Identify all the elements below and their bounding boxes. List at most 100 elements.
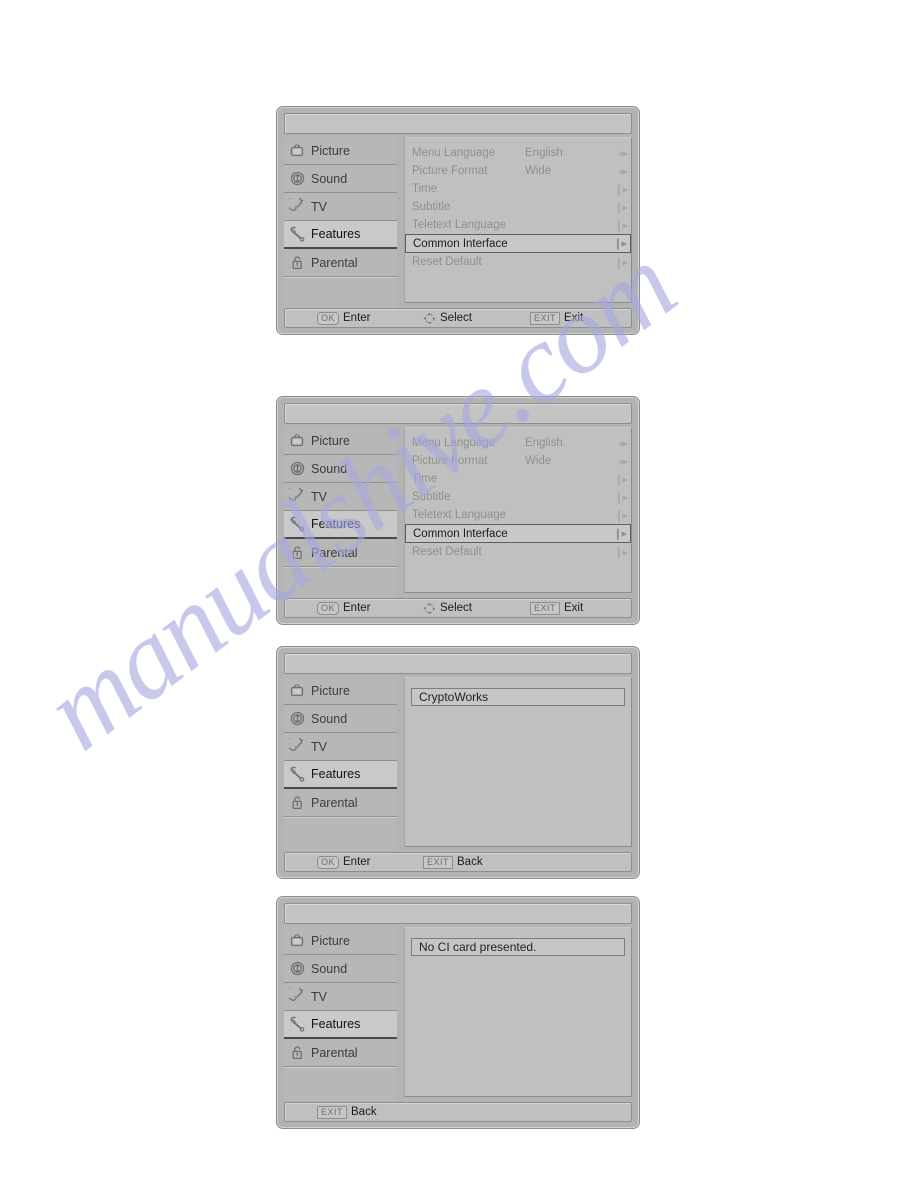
sidebar-item-tv[interactable]: TV bbox=[284, 733, 397, 761]
speaker-sound-icon bbox=[289, 460, 306, 477]
padlock-parental-icon bbox=[289, 1044, 306, 1061]
sidebar-item-label: Features bbox=[311, 517, 361, 531]
menu-row[interactable]: Subtitle ❙▸ bbox=[405, 198, 631, 216]
hint-enter[interactable]: OK Enter bbox=[317, 855, 371, 869]
menu-row[interactable]: Menu Language English ◂▸ bbox=[405, 434, 631, 452]
menu-row-label: Menu Language bbox=[412, 437, 496, 449]
sidebar-item-features[interactable]: Features bbox=[284, 1011, 397, 1039]
hint-label: Select bbox=[440, 602, 472, 614]
sidebar-item-label: Sound bbox=[311, 171, 348, 186]
menu-row-label: Common Interface bbox=[413, 237, 508, 250]
hint-label: Enter bbox=[343, 312, 371, 324]
sidebar-filler bbox=[284, 567, 397, 601]
left-right-arrow-icon: ◂▸ bbox=[617, 165, 628, 178]
sidebar-item-label: Features bbox=[311, 227, 361, 241]
keycap-exit: EXIT bbox=[317, 1105, 348, 1119]
right-arrow-icon: ❙▸ bbox=[614, 491, 628, 504]
hint-label: Exit bbox=[564, 602, 584, 614]
sidebar-item-tv[interactable]: TV bbox=[284, 483, 397, 511]
sidebar-item-tv[interactable]: TV bbox=[284, 983, 397, 1011]
hint-back[interactable]: EXIT Back bbox=[317, 1105, 377, 1119]
sidebar: Picture Sound TV Features Parental bbox=[284, 677, 397, 851]
sidebar-item-features[interactable]: Features bbox=[284, 511, 397, 539]
menu-row[interactable]: Common Interface ❙▸ bbox=[405, 234, 631, 253]
list-item[interactable]: CryptoWorks bbox=[411, 688, 625, 706]
sidebar-item-picture[interactable]: Picture bbox=[284, 137, 397, 165]
menu-row-label: Common Interface bbox=[413, 527, 508, 540]
menu-row[interactable]: Common Interface ❙▸ bbox=[405, 524, 631, 543]
menu-row[interactable]: Teletext Language ❙▸ bbox=[405, 506, 631, 524]
satellite-tv-icon bbox=[289, 488, 306, 505]
menu-row-label: Teletext Language bbox=[412, 219, 506, 231]
right-arrow-icon: ❙▸ bbox=[614, 219, 628, 232]
keycap-exit: EXIT bbox=[530, 601, 561, 615]
padlock-parental-icon bbox=[289, 544, 306, 561]
speaker-sound-icon bbox=[289, 710, 306, 727]
navigation-pad-icon bbox=[423, 312, 436, 325]
hint-bar: OK Enter Select EXIT Exit bbox=[284, 308, 632, 328]
sidebar-item-tv[interactable]: TV bbox=[284, 193, 397, 221]
right-arrow-icon: ❙▸ bbox=[613, 528, 627, 540]
left-right-arrow-icon: ◂▸ bbox=[617, 455, 628, 468]
tv-picture-icon bbox=[289, 682, 306, 699]
sidebar-item-parental[interactable]: Parental bbox=[284, 789, 397, 817]
panel-features-menu-2: Picture Sound TV Features Parental Menu Langu… bbox=[276, 396, 640, 625]
panel-no-ci-card: Picture Sound TV Features Parental No CI card… bbox=[276, 896, 640, 1129]
sidebar: Picture Sound TV Features Parental bbox=[284, 427, 397, 601]
list-item[interactable]: No CI card presented. bbox=[411, 938, 625, 956]
sidebar-item-sound[interactable]: Sound bbox=[284, 455, 397, 483]
hint-label: Enter bbox=[343, 856, 371, 868]
panel-features-menu-1: Picture Sound TV Features Parental Menu Langu… bbox=[276, 106, 640, 335]
sidebar-item-label: TV bbox=[311, 489, 327, 504]
sidebar-item-sound[interactable]: Sound bbox=[284, 165, 397, 193]
menu-row-label: Picture Format bbox=[412, 455, 488, 467]
menu-row[interactable]: Time ❙▸ bbox=[405, 470, 631, 488]
sidebar-item-label: Features bbox=[311, 1017, 361, 1031]
hint-select[interactable]: Select bbox=[423, 312, 472, 325]
sidebar-item-sound[interactable]: Sound bbox=[284, 955, 397, 983]
hint-label: Select bbox=[440, 312, 472, 324]
sidebar-item-label: TV bbox=[311, 739, 327, 754]
tv-picture-icon bbox=[289, 142, 306, 159]
keycap-ok: OK bbox=[317, 601, 340, 615]
menu-row[interactable]: Reset Default ❙▸ bbox=[405, 253, 631, 271]
sidebar-item-features[interactable]: Features bbox=[284, 221, 397, 249]
content-pane: Menu Language English ◂▸ Picture Format Wide… bbox=[404, 427, 632, 593]
hint-exit[interactable]: EXIT Exit bbox=[530, 601, 584, 615]
sidebar: Picture Sound TV Features Parental bbox=[284, 137, 397, 311]
menu-row[interactable]: Menu Language English ◂▸ bbox=[405, 144, 631, 162]
sidebar-item-picture[interactable]: Picture bbox=[284, 677, 397, 705]
keycap-ok: OK bbox=[317, 311, 340, 325]
menu-row[interactable]: Time ❙▸ bbox=[405, 180, 631, 198]
menu-row[interactable]: Teletext Language ❙▸ bbox=[405, 216, 631, 234]
sidebar-item-features[interactable]: Features bbox=[284, 761, 397, 789]
menu-row[interactable]: Picture Format Wide ◂▸ bbox=[405, 452, 631, 470]
menu-row-value: Wide bbox=[525, 165, 552, 177]
hint-label: Back bbox=[351, 1106, 377, 1118]
sidebar-item-label: Parental bbox=[311, 1045, 358, 1060]
left-right-arrow-icon: ◂▸ bbox=[617, 147, 628, 160]
hint-exit[interactable]: EXIT Exit bbox=[530, 311, 583, 325]
hint-enter[interactable]: OK Enter bbox=[317, 601, 371, 615]
sidebar-item-parental[interactable]: Parental bbox=[284, 249, 397, 277]
sidebar-item-label: Sound bbox=[311, 461, 348, 476]
sidebar-item-picture[interactable]: Picture bbox=[284, 427, 397, 455]
right-arrow-icon: ❙▸ bbox=[613, 238, 627, 250]
osd-title-bar bbox=[284, 653, 632, 674]
sidebar-item-parental[interactable]: Parental bbox=[284, 539, 397, 567]
menu-row-label: Time bbox=[412, 473, 438, 485]
menu-row[interactable]: Reset Default ❙▸ bbox=[405, 543, 631, 561]
menu-row-label: Reset Default bbox=[412, 256, 482, 268]
osd-body: Picture Sound TV Features Parental CryptoWork… bbox=[284, 677, 632, 851]
hint-select[interactable]: Select bbox=[423, 602, 472, 615]
menu-row[interactable]: Picture Format Wide ◂▸ bbox=[405, 162, 631, 180]
menu-row-label: Picture Format bbox=[412, 165, 488, 177]
keycap-exit: EXIT bbox=[530, 311, 561, 325]
sidebar-item-parental[interactable]: Parental bbox=[284, 1039, 397, 1067]
menu-row[interactable]: Subtitle ❙▸ bbox=[405, 488, 631, 506]
sidebar-item-sound[interactable]: Sound bbox=[284, 705, 397, 733]
hint-back[interactable]: EXIT Back bbox=[423, 855, 483, 869]
menu-row-label: Subtitle bbox=[412, 201, 451, 213]
sidebar-item-picture[interactable]: Picture bbox=[284, 927, 397, 955]
hint-enter[interactable]: OK Enter bbox=[317, 311, 371, 325]
